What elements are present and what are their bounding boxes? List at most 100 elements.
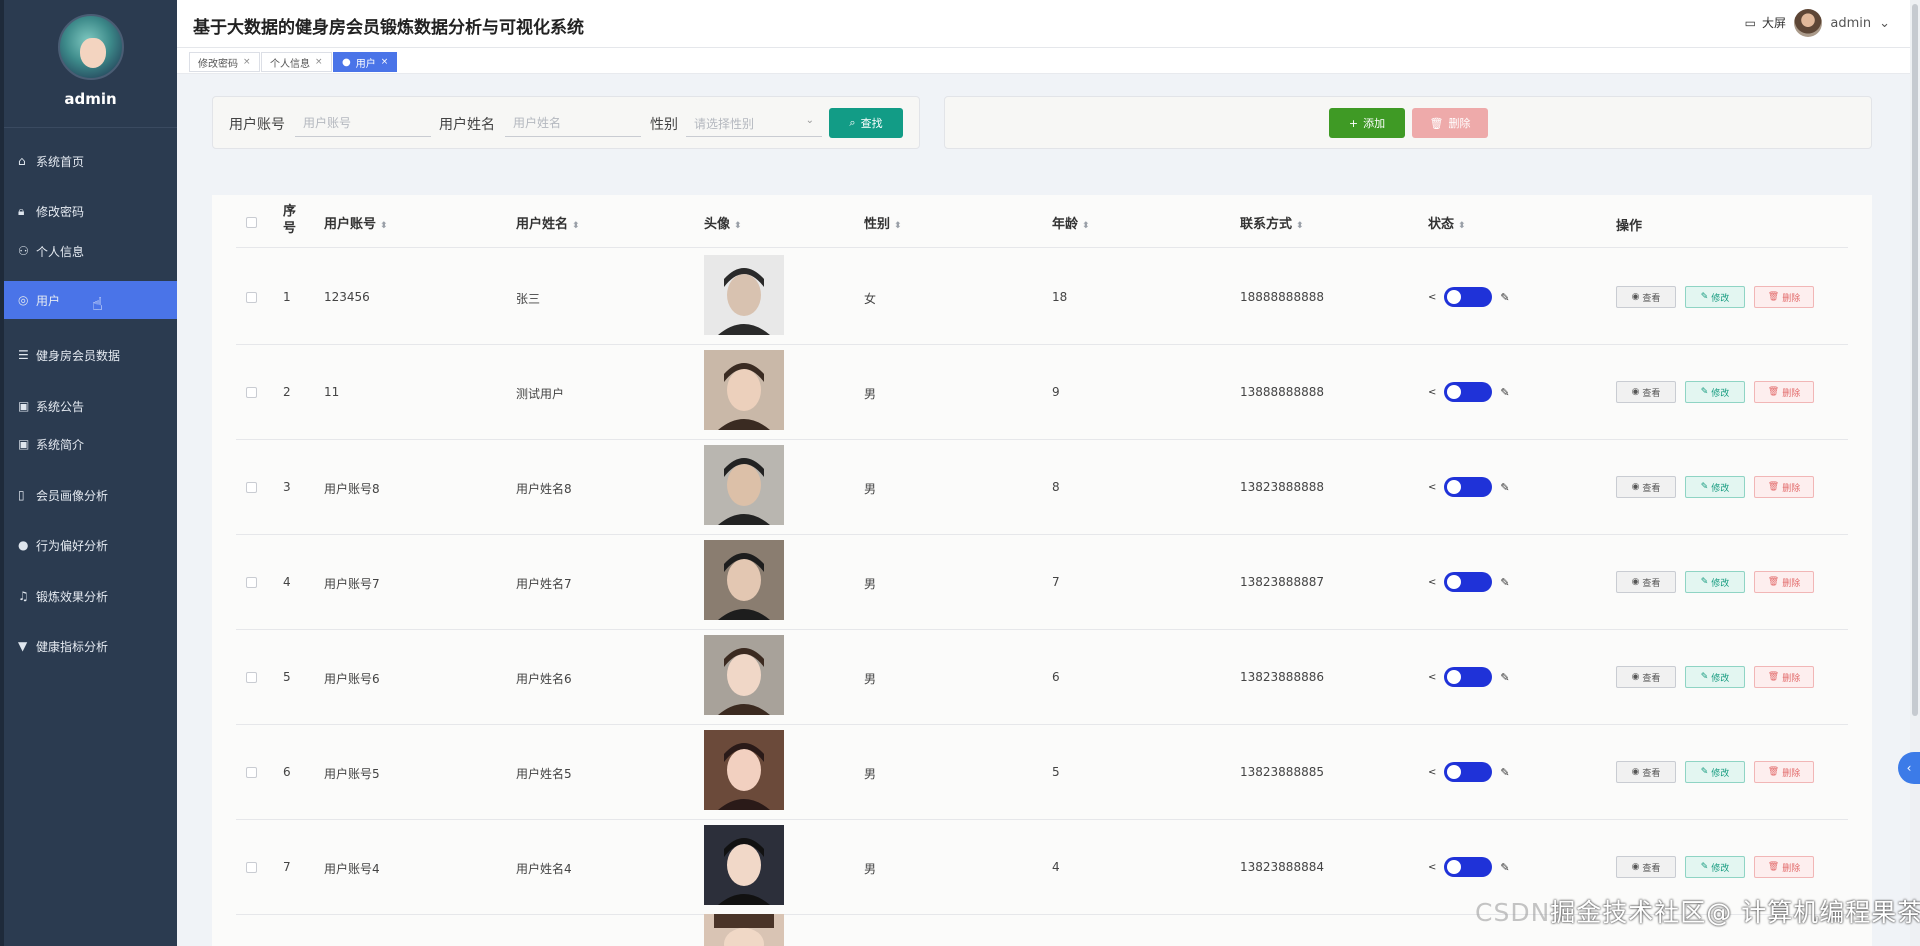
- row-checkbox[interactable]: [246, 387, 257, 398]
- sort-icon[interactable]: ⬍: [1082, 221, 1090, 231]
- batch-delete-button[interactable]: 🗑︎ 删除: [1412, 108, 1488, 138]
- sidebar-item-announcements[interactable]: ▣ 系统公告: [4, 387, 177, 425]
- status-toggle[interactable]: [1444, 572, 1493, 592]
- account-input[interactable]: [295, 109, 431, 137]
- sort-icon[interactable]: ⬍: [1296, 221, 1304, 231]
- sort-icon[interactable]: ⬍: [380, 221, 388, 231]
- add-button[interactable]: + 添加: [1329, 108, 1405, 138]
- close-icon[interactable]: ×: [315, 57, 323, 67]
- row-checkbox[interactable]: [246, 482, 257, 493]
- status-toggle[interactable]: [1444, 477, 1493, 497]
- share-icon[interactable]: <: [1428, 387, 1436, 398]
- avatar[interactable]: [704, 914, 784, 946]
- delete-button[interactable]: 🗑︎ 删除: [1754, 476, 1814, 498]
- avatar[interactable]: [704, 825, 784, 905]
- col-avatar[interactable]: 头像 ⬍: [704, 213, 742, 232]
- status-toggle[interactable]: [1444, 287, 1493, 307]
- status-toggle[interactable]: [1444, 667, 1493, 687]
- collapse-panel-button[interactable]: ‹: [1898, 752, 1920, 784]
- edit-icon[interactable]: ✎: [1500, 291, 1509, 304]
- gender-select[interactable]: 请选择性别 ⌄: [686, 109, 822, 137]
- delete-button[interactable]: 🗑︎ 删除: [1754, 571, 1814, 593]
- sort-icon[interactable]: ⬍: [734, 221, 742, 231]
- sidebar-item-users[interactable]: ◎ 用户: [4, 281, 177, 319]
- edit-icon[interactable]: ✎: [1500, 861, 1509, 874]
- sidebar-item-change-password[interactable]: 🔒︎ 修改密码: [4, 192, 177, 230]
- delete-button[interactable]: 🗑︎ 删除: [1754, 856, 1814, 878]
- col-age[interactable]: 年龄 ⬍: [1052, 213, 1090, 232]
- view-button[interactable]: ◉ 查看: [1616, 761, 1676, 783]
- delete-button[interactable]: 🗑︎ 删除: [1754, 666, 1814, 688]
- status-toggle[interactable]: [1444, 762, 1493, 782]
- close-icon[interactable]: ×: [243, 57, 251, 67]
- share-icon[interactable]: <: [1428, 482, 1436, 493]
- edit-button[interactable]: ✎ 修改: [1685, 476, 1745, 498]
- avatar[interactable]: [704, 445, 784, 525]
- share-icon[interactable]: <: [1428, 767, 1436, 778]
- edit-icon[interactable]: ✎: [1500, 481, 1509, 494]
- tab-users[interactable]: ● 用户 ×: [333, 52, 398, 72]
- view-button[interactable]: ◉ 查看: [1616, 571, 1676, 593]
- col-account[interactable]: 用户账号 ⬍: [324, 213, 388, 232]
- row-checkbox[interactable]: [246, 292, 257, 303]
- delete-button[interactable]: 🗑︎ 删除: [1754, 286, 1814, 308]
- edit-icon[interactable]: ✎: [1500, 671, 1509, 684]
- view-button[interactable]: ◉ 查看: [1616, 856, 1676, 878]
- edit-button[interactable]: ✎ 修改: [1685, 761, 1745, 783]
- share-icon[interactable]: <: [1428, 672, 1436, 683]
- delete-button[interactable]: 🗑︎ 删除: [1754, 761, 1814, 783]
- sort-icon[interactable]: ⬍: [894, 221, 902, 231]
- edit-button[interactable]: ✎ 修改: [1685, 856, 1745, 878]
- sidebar-item-exercise-effect-analysis[interactable]: ♫ 锻炼效果分析: [4, 577, 177, 615]
- sort-icon[interactable]: ⬍: [1458, 221, 1466, 231]
- scrollbar[interactable]: [1910, 0, 1920, 946]
- row-checkbox[interactable]: [246, 862, 257, 873]
- bigscreen-button[interactable]: ▭ 大屏: [1745, 14, 1786, 31]
- col-status[interactable]: 状态 ⬍: [1428, 213, 1466, 232]
- col-gender[interactable]: 性别 ⬍: [864, 213, 902, 232]
- avatar[interactable]: [704, 635, 784, 715]
- sidebar-item-member-profile-analysis[interactable]: ▯ 会员画像分析: [4, 476, 177, 514]
- edit-icon[interactable]: ✎: [1500, 576, 1509, 589]
- view-button[interactable]: ◉ 查看: [1616, 666, 1676, 688]
- tab-profile[interactable]: 个人信息 ×: [261, 52, 332, 72]
- edit-icon[interactable]: ✎: [1500, 386, 1509, 399]
- search-button[interactable]: ⌕ 查找: [829, 108, 903, 138]
- avatar[interactable]: [704, 540, 784, 620]
- avatar[interactable]: [704, 730, 784, 810]
- col-name[interactable]: 用户姓名 ⬍: [516, 213, 580, 232]
- name-input[interactable]: [505, 109, 641, 137]
- status-toggle[interactable]: [1444, 857, 1493, 877]
- select-all-checkbox[interactable]: [246, 217, 257, 228]
- view-button[interactable]: ◉ 查看: [1616, 286, 1676, 308]
- sidebar-item-system-intro[interactable]: ▣ 系统简介: [4, 425, 177, 463]
- tab-change-password[interactable]: 修改密码 ×: [189, 52, 260, 72]
- scrollbar-thumb[interactable]: [1912, 4, 1918, 716]
- row-checkbox[interactable]: [246, 577, 257, 588]
- status-toggle[interactable]: [1444, 382, 1493, 402]
- avatar[interactable]: [57, 14, 124, 80]
- avatar[interactable]: [704, 350, 784, 430]
- sort-icon[interactable]: ⬍: [572, 221, 580, 231]
- edit-icon[interactable]: ✎: [1500, 766, 1509, 779]
- sidebar-item-profile[interactable]: ⚇ 个人信息: [4, 232, 177, 270]
- close-icon[interactable]: ×: [381, 57, 389, 67]
- sidebar-item-health-indicator-analysis[interactable]: ▼ 健康指标分析: [4, 627, 177, 665]
- sidebar-item-behavior-analysis[interactable]: ● 行为偏好分析: [4, 526, 177, 564]
- sidebar-item-home[interactable]: ⌂ 系统首页: [4, 142, 177, 180]
- delete-button[interactable]: 🗑︎ 删除: [1754, 381, 1814, 403]
- avatar[interactable]: [704, 255, 784, 335]
- share-icon[interactable]: <: [1428, 292, 1436, 303]
- edit-button[interactable]: ✎ 修改: [1685, 666, 1745, 688]
- row-checkbox[interactable]: [246, 767, 257, 778]
- edit-button[interactable]: ✎ 修改: [1685, 286, 1745, 308]
- user-menu[interactable]: admin ⌄: [1794, 9, 1890, 37]
- col-phone[interactable]: 联系方式 ⬍: [1240, 213, 1304, 232]
- view-button[interactable]: ◉ 查看: [1616, 476, 1676, 498]
- row-checkbox[interactable]: [246, 672, 257, 683]
- edit-button[interactable]: ✎ 修改: [1685, 381, 1745, 403]
- share-icon[interactable]: <: [1428, 862, 1436, 873]
- edit-button[interactable]: ✎ 修改: [1685, 571, 1745, 593]
- share-icon[interactable]: <: [1428, 577, 1436, 588]
- view-button[interactable]: ◉ 查看: [1616, 381, 1676, 403]
